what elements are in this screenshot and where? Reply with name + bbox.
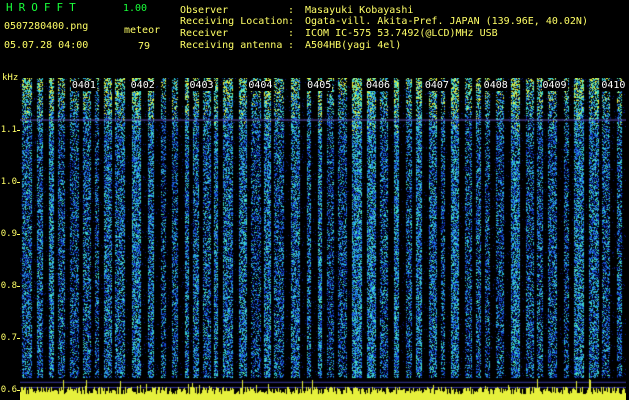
x-tick-label: 0401 (70, 80, 97, 91)
spectrogram-canvas (20, 78, 626, 400)
y-axis-unit: kHz (2, 73, 19, 83)
x-tick-label: 0409 (541, 80, 568, 91)
receiver-separator: : (288, 28, 295, 39)
antenna-value: A504HB(yagi 4el) (305, 40, 402, 51)
x-tick-label: 0408 (482, 80, 509, 91)
y-tick-mark (17, 181, 20, 183)
location-separator: : (288, 16, 295, 27)
meteor-count: 79 (138, 41, 151, 52)
location-label: Receiving Location (180, 16, 289, 27)
y-tick-label: 0.6 (0, 384, 17, 395)
observer-value: Masayuki Kobayashi (305, 5, 414, 16)
file-name: 0507280400.png (4, 21, 89, 32)
receiver-value: ICOM IC-575 53.7492(@LCD)MHz USB (305, 28, 498, 39)
y-tick-label: 0.8 (0, 280, 17, 291)
mode-label: meteor (124, 25, 161, 36)
x-tick-label: 0407 (423, 80, 450, 91)
y-tick-mark (17, 389, 20, 391)
observer-separator: : (288, 5, 295, 16)
hrofft-window: HROFFT 1.00 0507280400.png 05.07.28 04:0… (0, 0, 629, 400)
y-tick-mark (17, 129, 20, 131)
x-tick-label: 0405 (306, 80, 333, 91)
y-tick-mark (17, 285, 20, 287)
receiver-label: Receiver (180, 28, 229, 39)
app-version: 1.00 (123, 3, 148, 14)
antenna-label: Receiving antenna (180, 40, 283, 51)
y-tick-label: 0.9 (0, 228, 17, 239)
x-tick-label: 0406 (365, 80, 392, 91)
x-tick-label: 0402 (129, 80, 156, 91)
x-tick-label: 0404 (247, 80, 274, 91)
spectrogram-plot (20, 78, 626, 400)
observation-datetime: 05.07.28 04:00 (4, 40, 89, 51)
y-tick-mark (17, 233, 20, 235)
app-title: HROFFT (6, 1, 82, 14)
y-tick-label: 1.1 (0, 124, 17, 135)
location-value: Ogata-vill. Akita-Pref. JAPAN (139.96E, … (305, 16, 588, 27)
y-tick-mark (17, 337, 20, 339)
x-tick-label: 0403 (188, 80, 215, 91)
y-tick-label: 1.0 (0, 176, 17, 187)
x-tick-label: 0410 (600, 80, 627, 91)
y-tick-label: 0.7 (0, 332, 17, 343)
antenna-separator: : (288, 40, 295, 51)
observer-label: Observer (180, 5, 229, 16)
